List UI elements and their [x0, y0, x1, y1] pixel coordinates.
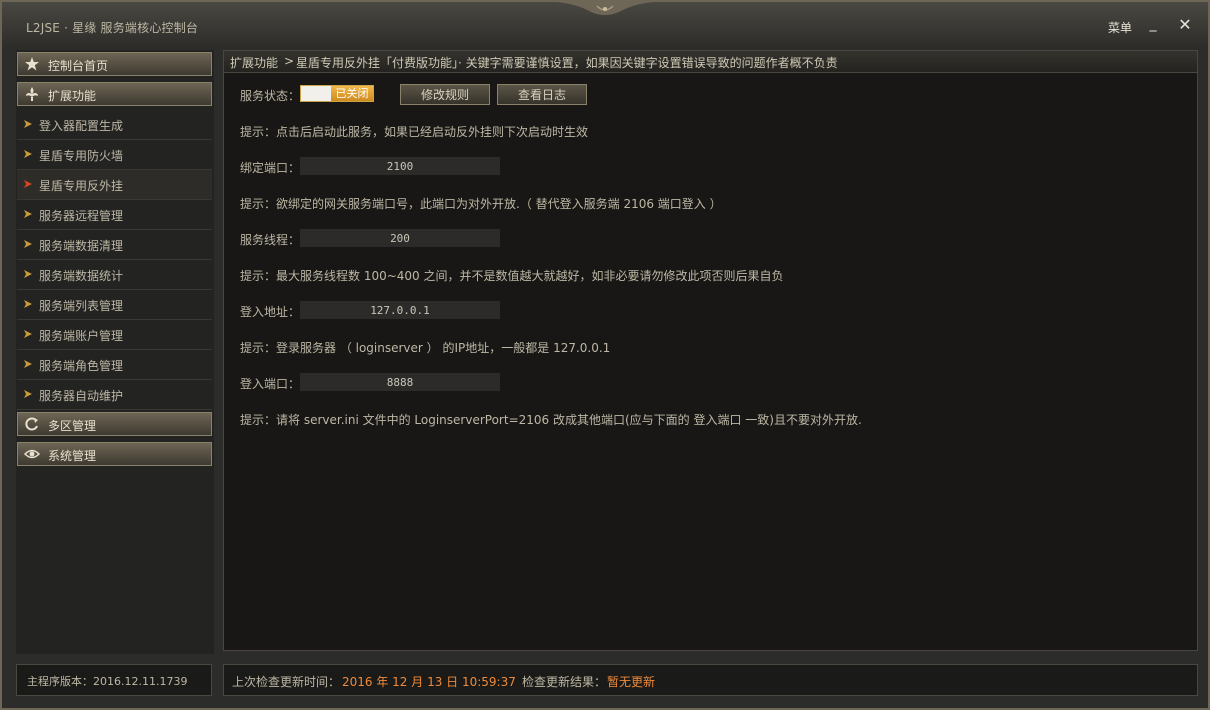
- sidebar-item-label: 星盾专用反外挂: [39, 179, 124, 193]
- status-footer: 上次检查更新时间： 2016 年 12 月 13 日 10:59:37 检查更新…: [223, 664, 1198, 696]
- minimize-button[interactable]: _: [1145, 17, 1161, 33]
- fleur-icon: [26, 87, 38, 101]
- sidebar-item-auto-maintenance[interactable]: 服务器自动维护: [17, 380, 212, 410]
- sidebar-category-label: 控制台首页: [48, 59, 109, 73]
- service-threads-input[interactable]: [300, 229, 500, 247]
- sidebar-category-system[interactable]: 系统管理: [17, 442, 212, 466]
- window-title: L2JSE · 星缘 服务端核心控制台: [26, 21, 199, 35]
- sidebar-item-data-statistics[interactable]: 服务端数据统计: [17, 260, 212, 290]
- bind-port-input[interactable]: [300, 157, 500, 175]
- bind-port-label: 绑定端口：: [240, 161, 301, 175]
- sidebar-item-firewall[interactable]: 星盾专用防火墙: [17, 140, 212, 170]
- sidebar-category-label: 系统管理: [48, 449, 97, 463]
- service-status-value: 已关闭: [331, 86, 373, 101]
- tip-text: 提示：最大服务线程数 100~400 之间，并不是数值越大就越好，如非必要请勿修…: [240, 269, 784, 283]
- sidebar-item-label: 服务端数据清理: [39, 239, 124, 253]
- tip-text: 提示：点击后启动此服务，如果已经启动反外挂则下次启动时生效: [240, 125, 589, 139]
- sidebar-item-list-management[interactable]: 服务端列表管理: [17, 290, 212, 320]
- sidebar-item-label: 服务器远程管理: [39, 209, 124, 223]
- status-toggle-track: [301, 86, 331, 101]
- arrow-bullet-icon: [24, 120, 32, 128]
- update-result-value: 暂无更新: [607, 675, 656, 689]
- sidebar-item-label: 星盾专用防火墙: [39, 149, 124, 163]
- sidebar-item-character-management[interactable]: 服务端角色管理: [17, 350, 212, 380]
- sidebar-item-anti-cheat[interactable]: 星盾专用反外挂: [17, 170, 212, 200]
- tip-text: 提示：登录服务器 （ loginserver ） 的IP地址，一般都是 127.…: [240, 341, 611, 355]
- sidebar-item-label: 服务端数据统计: [39, 269, 124, 283]
- arrow-bullet-icon: [24, 270, 32, 278]
- service-status-toggle[interactable]: 已关闭: [300, 85, 374, 102]
- view-log-button[interactable]: 查看日志: [497, 84, 587, 105]
- login-address-input[interactable]: [300, 301, 500, 319]
- tip-text: 提示：请将 server.ini 文件中的 LoginserverPort=21…: [240, 413, 862, 427]
- app-window: L2JSE · 星缘 服务端核心控制台 菜单 _ ✕ 控制台首页 扩展功能 登入…: [0, 0, 1210, 710]
- edit-rules-button[interactable]: 修改规则: [400, 84, 490, 105]
- sidebar-item-label: 服务端列表管理: [39, 299, 124, 313]
- service-status-label: 服务状态：: [240, 89, 301, 103]
- eye-icon: [24, 449, 40, 459]
- sidebar-category-extensions[interactable]: 扩展功能: [17, 82, 212, 106]
- arrow-bullet-icon: [24, 240, 32, 248]
- arrow-bullet-icon: [24, 210, 32, 218]
- sidebar-category-home[interactable]: 控制台首页: [17, 52, 212, 76]
- update-result-label: 检查更新结果：: [522, 675, 607, 689]
- sidebar-item-label: 服务端角色管理: [39, 359, 124, 373]
- arrow-bullet-icon: [24, 330, 32, 338]
- login-port-input[interactable]: [300, 373, 500, 391]
- arrow-bullet-icon: [24, 180, 32, 188]
- breadcrumb-detail: 星盾专用反外挂「付费版功能」· 关键字需要谨慎设置，如果因关键字设置错误导致的问…: [296, 56, 838, 70]
- version-label: 主程序版本：2016.12.11.1739: [27, 675, 188, 688]
- sidebar-item-launcher-config[interactable]: 登入器配置生成: [17, 110, 212, 140]
- last-check-value: 2016 年 12 月 13 日 10:59:37: [342, 675, 516, 689]
- login-port-label: 登入端口：: [240, 377, 301, 391]
- service-threads-label: 服务线程：: [240, 233, 301, 247]
- sidebar-item-remote-management[interactable]: 服务器远程管理: [17, 200, 212, 230]
- breadcrumb: 扩展功能 > 星盾专用反外挂「付费版功能」· 关键字需要谨慎设置，如果因关键字设…: [224, 51, 1197, 73]
- sidebar-item-label: 服务器自动维护: [39, 389, 124, 403]
- arrow-bullet-icon: [24, 150, 32, 158]
- sidebar-item-data-cleanup[interactable]: 服务端数据清理: [17, 230, 212, 260]
- title-bar[interactable]: L2JSE · 星缘 服务端核心控制台 菜单 _ ✕: [2, 2, 1208, 46]
- title-crest-ornament: [557, 2, 653, 15]
- login-address-label: 登入地址：: [240, 305, 301, 319]
- main-panel: 扩展功能 > 星盾专用反外挂「付费版功能」· 关键字需要谨慎设置，如果因关键字设…: [223, 50, 1198, 651]
- arrow-bullet-icon: [24, 390, 32, 398]
- tip-text: 提示：欲绑定的网关服务端口号，此端口为对外开放.（ 替代登入服务端 2106 端…: [240, 197, 722, 211]
- arrow-bullet-icon: [24, 360, 32, 368]
- sidebar-item-label: 服务端账户管理: [39, 329, 124, 343]
- menu-button[interactable]: 菜单: [1108, 19, 1132, 36]
- close-button[interactable]: ✕: [1176, 16, 1194, 34]
- sidebar-category-label: 扩展功能: [48, 89, 97, 103]
- version-panel: 主程序版本：2016.12.11.1739: [16, 664, 212, 696]
- sidebar-item-label: 登入器配置生成: [39, 119, 124, 133]
- sidebar-item-account-management[interactable]: 服务端账户管理: [17, 320, 212, 350]
- arrow-bullet-icon: [24, 300, 32, 308]
- breadcrumb-separator: >: [284, 54, 295, 68]
- refresh-icon: [25, 417, 38, 431]
- sidebar: 控制台首页 扩展功能 登入器配置生成 星盾专用防火墙 星盾专用反外挂 服务器远程…: [16, 50, 214, 654]
- breadcrumb-section[interactable]: 扩展功能: [230, 54, 278, 71]
- star-icon: [25, 57, 39, 71]
- last-check-label: 上次检查更新时间：: [232, 675, 341, 689]
- sidebar-category-multi-zone[interactable]: 多区管理: [17, 412, 212, 436]
- sidebar-category-label: 多区管理: [48, 419, 97, 433]
